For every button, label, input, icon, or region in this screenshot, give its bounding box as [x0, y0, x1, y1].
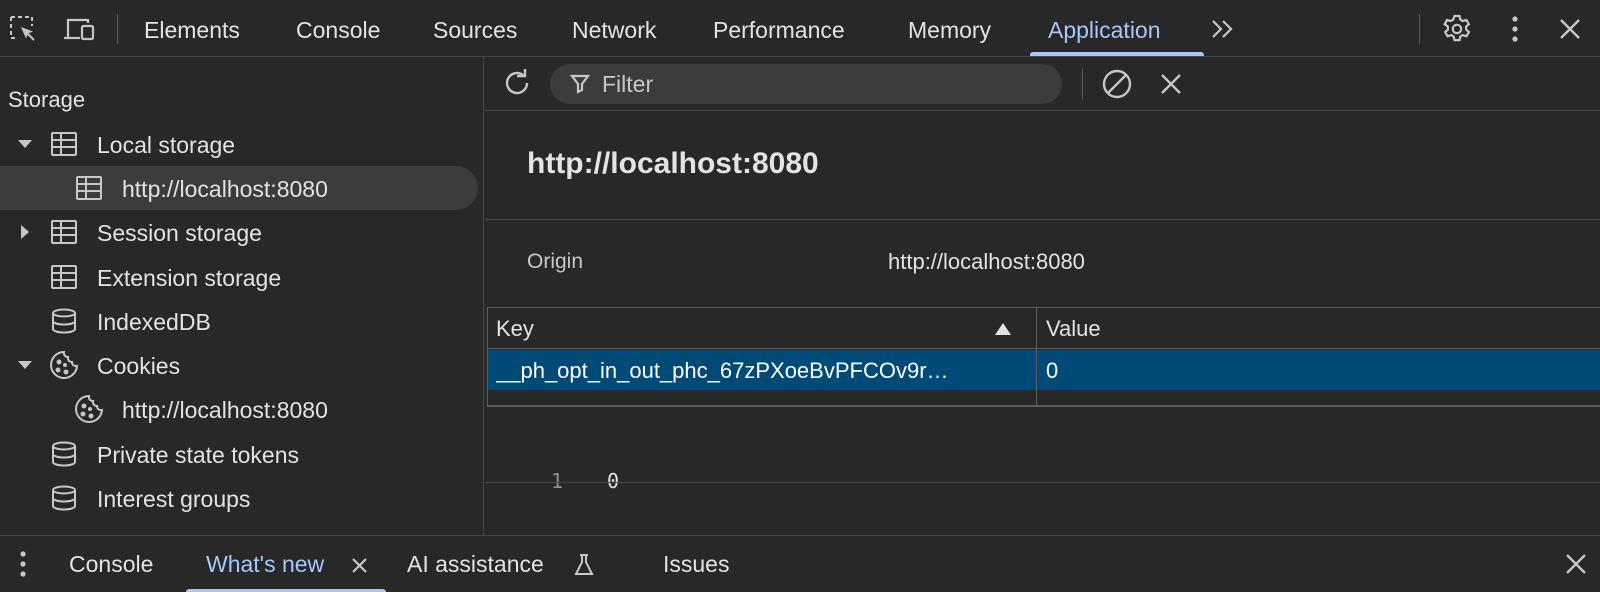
application-sidebar: Storage Local storage http://localhost:8… — [0, 57, 484, 535]
delete-selected-icon[interactable] — [1159, 72, 1183, 96]
filter-icon — [570, 74, 590, 94]
toolbar-divider — [1419, 14, 1420, 44]
sidebar-item-label: http://localhost:8080 — [122, 176, 328, 202]
filter-input[interactable] — [602, 64, 1042, 104]
column-divider[interactable] — [1036, 308, 1037, 406]
tab-sources[interactable]: Sources — [433, 0, 517, 57]
bottom-drawer: Console What's new AI assistance Issues — [0, 535, 1600, 592]
sidebar-item-local-storage[interactable]: Local storage — [0, 122, 478, 166]
drawer-tab-ai-assistance[interactable]: AI assistance — [407, 536, 544, 592]
sidebar-item-label: Extension storage — [97, 265, 282, 291]
refresh-icon[interactable] — [501, 68, 533, 100]
toolbar-divider — [117, 14, 118, 44]
sort-ascending-icon — [995, 323, 1011, 335]
flask-icon — [574, 553, 594, 577]
cookie-icon — [50, 350, 79, 379]
sidebar-item-indexeddb[interactable]: IndexedDB — [0, 299, 478, 343]
sidebar-item-private-state-tokens[interactable]: Private state tokens — [0, 432, 478, 476]
sidebar-item-label: Private state tokens — [97, 442, 299, 468]
active-tab-indicator — [1030, 52, 1204, 56]
database-icon — [52, 485, 76, 511]
storage-toolbar — [485, 57, 1600, 111]
drawer-tab-issues[interactable]: Issues — [663, 536, 729, 592]
sidebar-item-session-storage[interactable]: Session storage — [0, 210, 478, 254]
element-picker-icon[interactable] — [6, 12, 40, 46]
table-icon — [51, 265, 77, 289]
sidebar-item-cookies[interactable]: Cookies — [0, 343, 478, 387]
sidebar-item-label: Local storage — [97, 132, 236, 158]
sidebar-item-local-storage-origin[interactable]: http://localhost:8080 — [0, 166, 478, 210]
filter-field[interactable] — [550, 64, 1062, 104]
drawer-tab-whats-new[interactable]: What's new — [206, 536, 324, 592]
database-icon — [52, 308, 76, 334]
sidebar-item-extension-storage[interactable]: Extension storage — [0, 255, 478, 299]
tab-elements[interactable]: Elements — [144, 0, 240, 57]
sidebar-item-label: Interest groups — [97, 486, 251, 512]
kebab-menu-icon[interactable] — [1498, 12, 1532, 46]
preview-line-number: 1 — [551, 469, 564, 493]
sidebar-item-label: http://localhost:8080 — [122, 397, 328, 423]
preview-value: 0 — [607, 469, 620, 493]
sidebar-item-label: Session storage — [97, 220, 262, 246]
sidebar-item-label: Cookies — [97, 353, 181, 379]
devtools-toolbar: Elements Console Sources Network Perform… — [0, 0, 1600, 57]
origin-value: http://localhost:8080 — [888, 249, 1085, 274]
clear-all-icon[interactable] — [1101, 68, 1133, 100]
drawer-menu-icon[interactable] — [18, 550, 28, 578]
collapsed-arrow-icon[interactable] — [17, 224, 33, 240]
table-icon — [76, 176, 102, 200]
cookie-icon — [75, 394, 104, 423]
column-header-label: Key — [496, 316, 534, 341]
settings-icon[interactable] — [1440, 12, 1474, 46]
expanded-arrow-icon[interactable] — [17, 357, 33, 373]
storage-main-panel: http://localhost:8080 Origin http://loca… — [485, 57, 1600, 535]
close-tab-icon[interactable] — [351, 557, 368, 574]
column-header-key[interactable]: Key — [488, 308, 1036, 349]
storage-section-header: Storage — [8, 87, 86, 112]
tab-performance[interactable]: Performance — [713, 0, 845, 57]
tab-network[interactable]: Network — [572, 0, 656, 57]
drawer-tab-console[interactable]: Console — [69, 536, 153, 592]
sidebar-item-interest-groups[interactable]: Interest groups — [0, 476, 478, 520]
table-cell-key[interactable]: __ph_opt_in_out_phc_67zPXoeBvPFCOv9r… — [496, 350, 1028, 390]
database-icon — [52, 441, 76, 467]
tab-console[interactable]: Console — [296, 0, 380, 57]
table-cell-value[interactable]: 0 — [1046, 350, 1586, 390]
table-icon — [51, 132, 77, 156]
device-toggle-icon[interactable] — [62, 12, 96, 46]
more-tabs-icon[interactable] — [1206, 12, 1240, 46]
divider — [485, 219, 1600, 220]
close-drawer-icon[interactable] — [1565, 553, 1587, 575]
origin-label: Origin — [527, 250, 584, 273]
tab-application[interactable]: Application — [1048, 0, 1161, 57]
tab-memory[interactable]: Memory — [908, 0, 991, 57]
close-devtools-icon[interactable] — [1553, 12, 1587, 46]
table-icon — [51, 220, 77, 244]
column-header-value[interactable]: Value — [1037, 308, 1600, 349]
sidebar-item-cookies-origin[interactable]: http://localhost:8080 — [0, 387, 478, 431]
sidebar-item-label: IndexedDB — [97, 309, 211, 335]
expanded-arrow-icon[interactable] — [17, 136, 33, 152]
storage-table: Key Value __ph_opt_in_out_phc_67zPXoeBvP… — [487, 307, 1600, 407]
toolbar-divider — [1082, 69, 1083, 99]
divider — [485, 482, 1600, 483]
page-title: http://localhost:8080 — [527, 147, 819, 180]
